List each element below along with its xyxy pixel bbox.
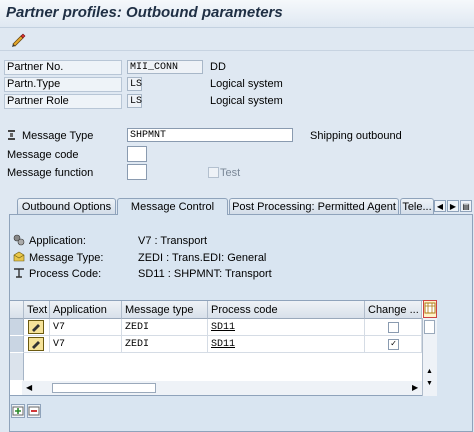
- process-icon: [14, 268, 24, 278]
- application-info-value: V7 : Transport: [138, 235, 208, 247]
- table-cell-text[interactable]: [24, 336, 50, 353]
- partner-type-desc: Logical system: [210, 78, 283, 90]
- proc-info-label: Process Code:: [29, 268, 102, 280]
- vertical-scroll-thumb[interactable]: [424, 320, 435, 334]
- edit-text-icon[interactable]: [28, 337, 44, 351]
- delete-row-button[interactable]: [27, 404, 41, 418]
- tab-tele[interactable]: Tele...: [400, 198, 434, 214]
- table-cell-text[interactable]: [24, 319, 50, 336]
- message-type-desc: Shipping outbound: [310, 130, 402, 142]
- message-function-field[interactable]: [127, 164, 147, 180]
- partner-role-desc: Logical system: [210, 95, 283, 107]
- change-checkbox-checked[interactable]: ✓: [388, 339, 399, 350]
- message-type-field[interactable]: SHPMNT: [127, 128, 293, 142]
- tab-scroll-right-button[interactable]: ▶: [447, 200, 459, 212]
- application-info-label: Application:: [29, 235, 86, 247]
- message-function-label: Message function: [7, 167, 94, 179]
- partner-type-label: Partn.Type: [7, 78, 61, 90]
- vertical-scrollbar[interactable]: ▲ ▼: [422, 318, 437, 396]
- horizontal-scroll-thumb[interactable]: [52, 383, 156, 393]
- column-header-process-code[interactable]: Process code: [208, 301, 365, 319]
- partner-role-label: Partner Role: [7, 95, 69, 107]
- partner-no-desc: DD: [210, 61, 226, 73]
- horizontal-scrollbar[interactable]: ◀ ▶: [22, 381, 422, 395]
- required-field-icon: [8, 130, 15, 140]
- table-cell-message-type[interactable]: ZEDI: [122, 336, 208, 353]
- partner-no-label: Partner No.: [7, 61, 64, 73]
- title-bar: Partner profiles: Outbound parameters: [0, 0, 474, 28]
- table-cell-application[interactable]: V7: [50, 336, 122, 353]
- scroll-down-arrow-icon[interactable]: ▼: [426, 380, 433, 387]
- test-label: Test: [220, 167, 241, 179]
- partner-no-field: MII_CONN: [127, 60, 203, 74]
- column-settings-button[interactable]: [423, 300, 437, 318]
- edit-text-icon[interactable]: [28, 320, 44, 334]
- tab-scroll-left-button[interactable]: ◀: [434, 200, 446, 212]
- test-checkbox[interactable]: [208, 167, 219, 178]
- table-corner[interactable]: [10, 301, 24, 319]
- page-title: Partner profiles: Outbound parameters: [6, 4, 283, 21]
- delete-row-icon: [28, 406, 40, 416]
- column-header-message-type[interactable]: Message type: [122, 301, 208, 319]
- scroll-up-arrow-icon[interactable]: ▲: [426, 368, 433, 375]
- scroll-left-arrow-icon[interactable]: ◀: [26, 383, 32, 392]
- table-cell-change: ✓: [365, 336, 422, 353]
- message-code-field[interactable]: [127, 146, 147, 162]
- column-header-application[interactable]: Application: [50, 301, 122, 319]
- msgtype-info-value: ZEDI : Trans.EDI: General: [138, 252, 267, 264]
- tab-message-control[interactable]: Message Control: [117, 198, 228, 215]
- table-cell-change: [365, 319, 422, 336]
- insert-row-icon: [12, 406, 24, 416]
- tab-outbound-options[interactable]: Outbound Options: [17, 198, 116, 214]
- partner-type-field: LS: [127, 77, 142, 91]
- pencil-glasses-icon[interactable]: [10, 31, 26, 47]
- row-selector[interactable]: [10, 336, 24, 353]
- tab-strip: Outbound Options Message Control Post Pr…: [17, 198, 473, 215]
- message-type-label: Message Type: [22, 130, 94, 142]
- insert-row-button[interactable]: [11, 404, 25, 418]
- row-selector-empty: [10, 353, 24, 381]
- table-cell-application[interactable]: V7: [50, 319, 122, 336]
- application-toolbar: [0, 28, 474, 51]
- msgtype-info-label: Message Type:: [29, 252, 104, 264]
- change-checkbox[interactable]: [388, 322, 399, 333]
- partner-role-field: LS: [127, 94, 142, 108]
- table-cell-message-type[interactable]: ZEDI: [122, 319, 208, 336]
- tab-post-processing[interactable]: Post Processing: Permitted Agent: [229, 198, 399, 214]
- table-settings-icon: [424, 302, 436, 314]
- table-cell-process-code[interactable]: SD11: [208, 319, 365, 336]
- tab-list-button[interactable]: ▤: [460, 200, 472, 212]
- proc-info-value: SD11 : SHPMNT: Transport: [138, 268, 272, 280]
- application-icon: [13, 234, 25, 246]
- scroll-right-arrow-icon[interactable]: ▶: [412, 383, 418, 392]
- envelope-icon: [13, 251, 25, 262]
- row-selector[interactable]: [10, 319, 24, 336]
- column-header-change[interactable]: Change ...: [365, 301, 422, 319]
- column-header-text[interactable]: Text: [24, 301, 50, 319]
- message-code-label: Message code: [7, 149, 79, 161]
- table-cell-process-code[interactable]: SD11: [208, 336, 365, 353]
